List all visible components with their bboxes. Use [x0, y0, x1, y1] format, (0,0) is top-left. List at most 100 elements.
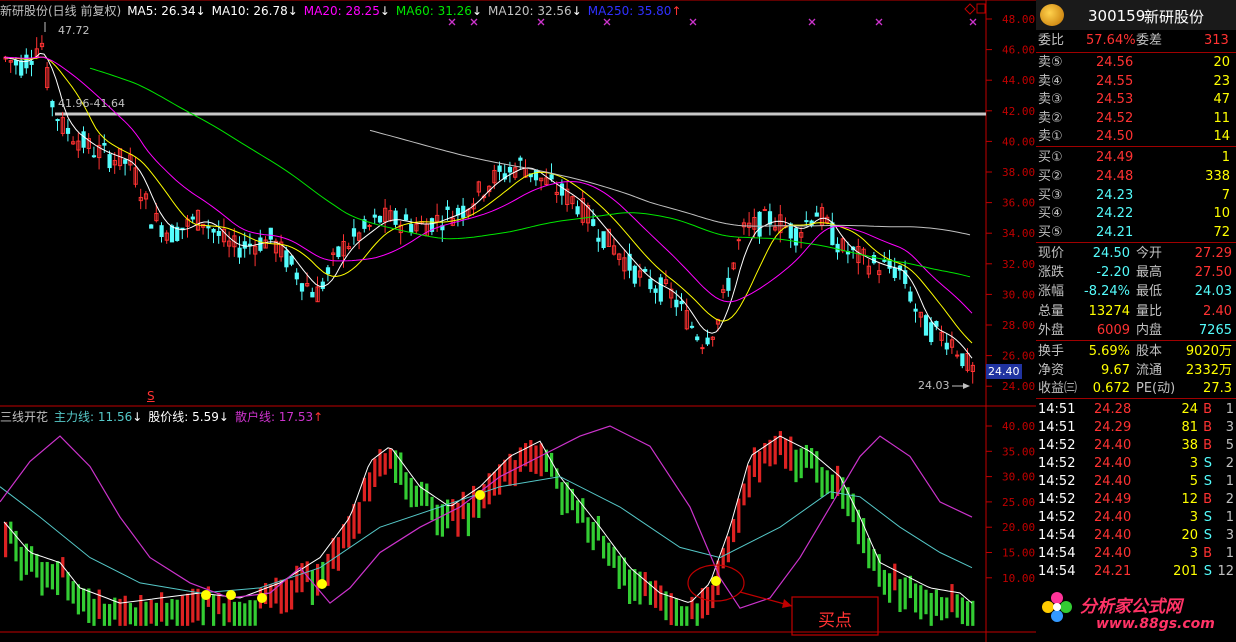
stat-row: 总量 13274 量比 2.40: [1036, 303, 1236, 320]
indicator-bar: [867, 538, 871, 569]
crossover-dot: [226, 590, 236, 600]
tick-count: 3: [1225, 528, 1234, 543]
watermark-url: www.88gs.com: [1096, 616, 1215, 632]
divider: [1036, 242, 1236, 243]
candle-body: [923, 315, 929, 336]
candle-body: [944, 342, 949, 350]
ma10-label: MA10: 26.78: [211, 4, 288, 18]
indicator-bar: [820, 467, 824, 498]
candle-body: [351, 228, 357, 237]
ma20-arrow: ↓: [379, 4, 390, 18]
signal-x-marker: [689, 18, 697, 26]
indicator-name: 三线开花: [0, 410, 49, 424]
candle-body: [835, 243, 840, 253]
ma60-arrow: ↓: [471, 4, 482, 18]
ask-price: 24.50: [1096, 129, 1134, 145]
tick-count: 2: [1225, 492, 1234, 507]
stat-value: -8.24%: [1084, 284, 1130, 300]
bid-level-label: 买④: [1038, 206, 1063, 222]
stat-value: 24.50: [1092, 246, 1130, 261]
candle-body: [445, 206, 450, 210]
candle-body: [403, 214, 409, 221]
indicator-bar: [654, 580, 658, 608]
ma250-arrow: ↑: [671, 4, 682, 18]
candle-body: [882, 259, 887, 262]
panel-title-bar: 300159 新研股份: [1036, 0, 1236, 30]
stat-value: 5.69%: [1088, 344, 1130, 359]
indicator-bar: [212, 595, 216, 626]
indicator-bar: [409, 477, 413, 508]
candle-body: [169, 225, 175, 243]
stat-label: 收益㈢: [1038, 381, 1078, 396]
candle-body: [190, 216, 195, 220]
ask-volume: 47: [1213, 92, 1230, 108]
indicator-bar: [596, 515, 600, 541]
signal-x-marker: [537, 18, 545, 26]
stat-row: 现价 24.50 今开 27.29: [1036, 245, 1236, 262]
indicator-bar: [825, 470, 829, 494]
indicator-bar: [373, 458, 377, 487]
bid-price: 24.21: [1096, 225, 1134, 241]
candle-body: [658, 277, 663, 302]
indicator-bar: [243, 603, 247, 626]
crossover-dot: [201, 590, 211, 600]
indicator-bar: [758, 451, 762, 483]
indicator-bar: [799, 448, 803, 479]
candle-body: [955, 354, 960, 357]
tick-side: B: [1203, 420, 1212, 435]
tick-time: 14:54: [1038, 564, 1076, 579]
bid-row: 买① 24.49 1: [1036, 149, 1236, 166]
candle-body: [455, 207, 461, 216]
price-axis-tick: 40.00: [1002, 135, 1035, 148]
bid-volume: 338: [1205, 168, 1230, 184]
stat-value: 9.67: [1101, 362, 1130, 378]
wei-bi-row: 委比 57.64% 委差 313: [1036, 31, 1236, 51]
trade-tick-row: 14:52 24.40 3 S 2: [1036, 455, 1236, 472]
indicator-bar: [300, 563, 304, 593]
ask-volume: 11: [1213, 110, 1230, 126]
price-line: [3, 435, 973, 604]
indicator-bar: [357, 502, 361, 534]
indicator-axis-tick: 20.00: [1002, 521, 1035, 534]
ma250-label: MA250: 35.80: [587, 4, 672, 18]
indicator-bar: [201, 597, 205, 626]
stat-label: 现价: [1038, 246, 1065, 261]
ask-row: 卖④ 24.55 23: [1036, 73, 1236, 90]
candle-body: [107, 154, 112, 169]
indicator-bar: [929, 592, 933, 626]
tick-volume: 3: [1189, 546, 1198, 561]
indicator-bar: [966, 601, 970, 626]
indicator-bar: [914, 583, 918, 613]
candle-body: [591, 219, 596, 226]
candle-body: [892, 267, 897, 278]
indicator-bar: [388, 448, 392, 469]
indicator-bar: [903, 577, 907, 610]
indicator-bar: [940, 597, 944, 621]
indicator-bar: [238, 601, 242, 626]
stat-label: 最高: [1136, 265, 1163, 281]
indicator-axis-tick: 35.00: [1002, 445, 1035, 458]
candle-body: [91, 155, 97, 158]
stat-value: 27.50: [1194, 265, 1232, 281]
tick-time: 14:52: [1038, 474, 1076, 489]
stat-label: 涨跌: [1038, 265, 1065, 281]
bid-level-label: 买①: [1038, 150, 1063, 165]
trade-tick-row: 14:52 24.49 12 B 2: [1036, 491, 1236, 508]
tick-side: S: [1203, 564, 1212, 579]
chart-area[interactable]: 48.00 46.00 44.00 42.00 40.00 38.00 36.00 34.00…: [0, 0, 1036, 642]
indicator-bar: [425, 483, 429, 507]
candle-body: [736, 239, 741, 242]
stat-label: 股本: [1136, 344, 1163, 359]
price-chart[interactable]: 48.00 46.00 44.00 42.00 40.00 38.00 36.00 34.00…: [0, 0, 1036, 642]
bid-price: 24.48: [1096, 168, 1134, 184]
wei-cha-label: 委差: [1136, 33, 1163, 48]
price-axis-tick: 32.00: [1002, 258, 1035, 271]
indicator-bar: [550, 452, 554, 477]
indicator-bar: [784, 438, 788, 469]
candle-body: [159, 225, 164, 238]
main-line-arrow: ↓: [132, 410, 143, 424]
candle-body: [284, 250, 289, 268]
indicator-bar: [310, 570, 314, 605]
tick-count: 2: [1225, 456, 1234, 471]
candle-body: [336, 246, 341, 258]
